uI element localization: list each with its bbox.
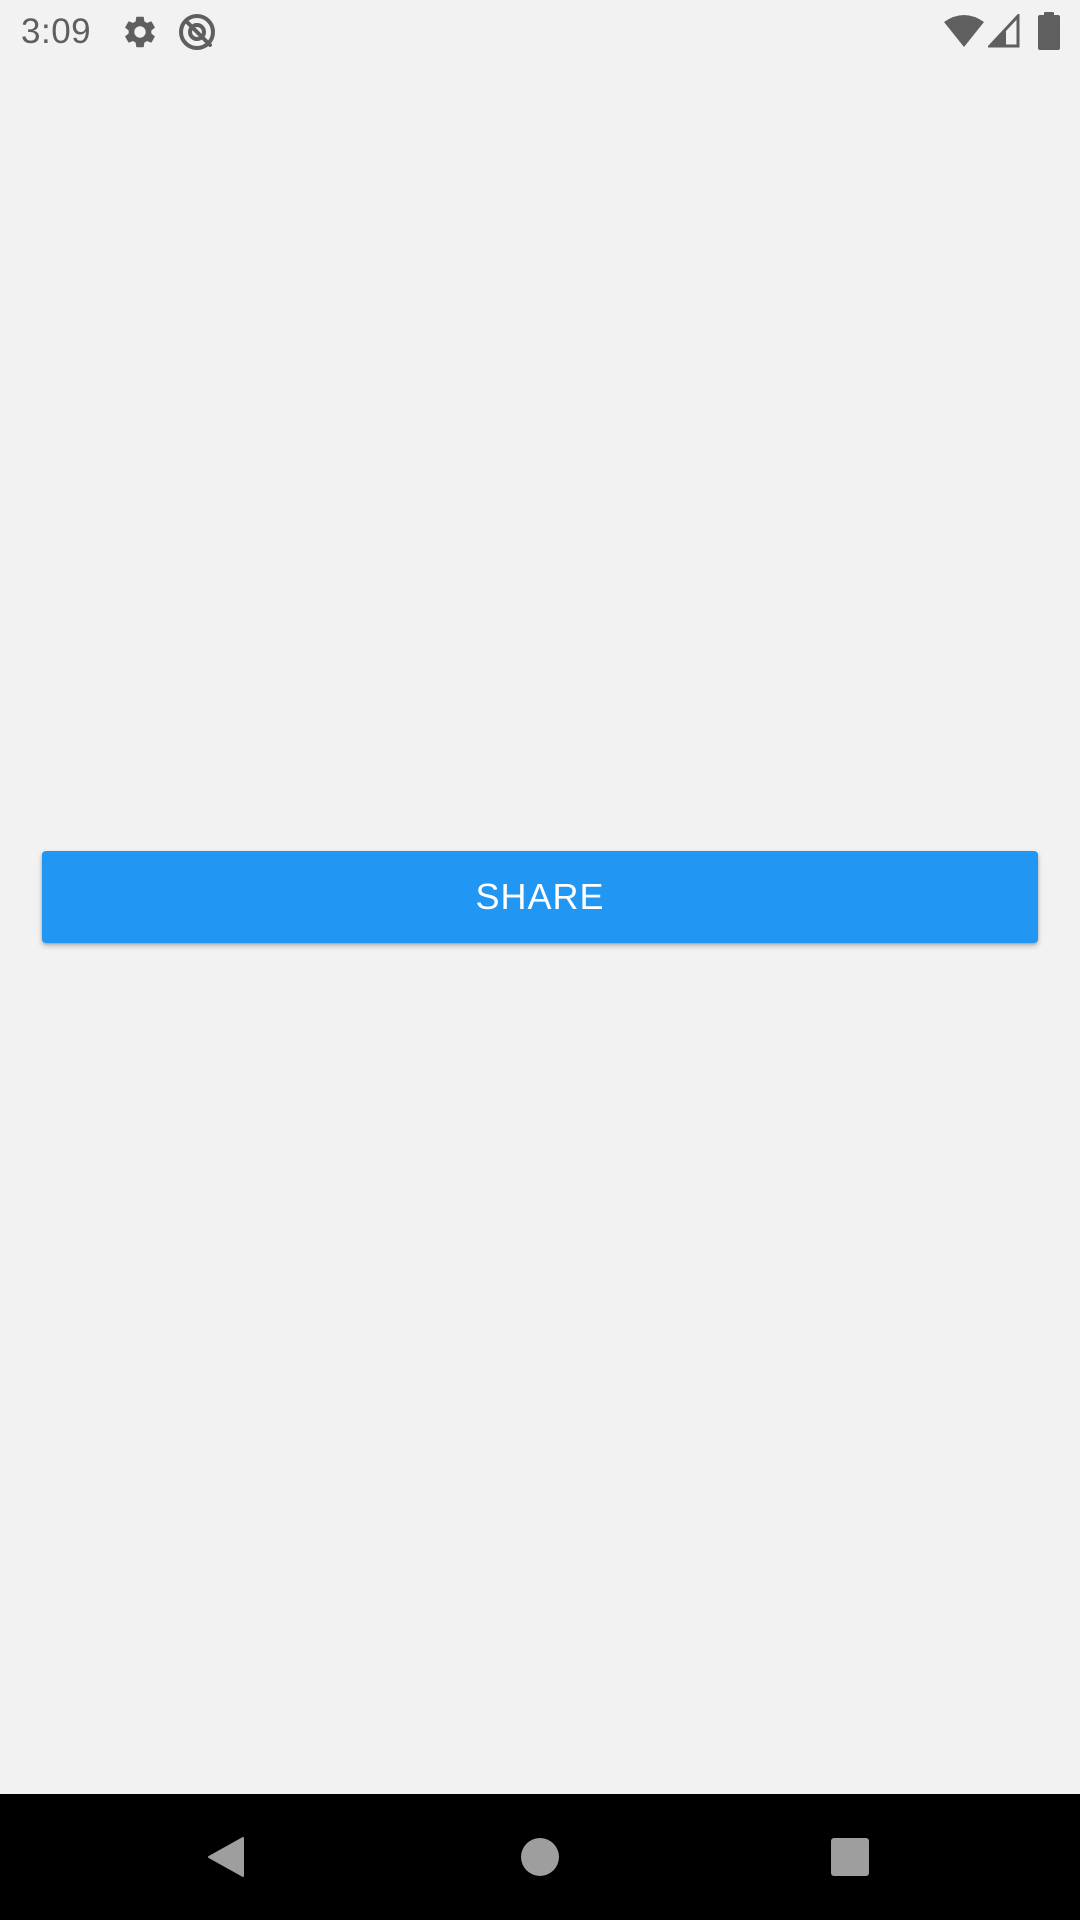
status-time: 3:09: [21, 12, 92, 51]
back-button[interactable]: [166, 1794, 286, 1920]
vpn-icon: [179, 14, 215, 50]
status-bar: 3:09: [0, 0, 1080, 63]
share-button[interactable]: SHARE: [42, 851, 1038, 943]
back-icon: [208, 1837, 244, 1877]
home-button[interactable]: [480, 1794, 600, 1920]
recents-button[interactable]: [790, 1794, 910, 1920]
home-icon: [521, 1838, 559, 1876]
battery-icon: [1038, 12, 1060, 50]
gear-icon: [125, 16, 155, 48]
signal-icon: [988, 14, 1020, 48]
navigation-bar: [0, 1794, 1080, 1920]
main-content: SHARE: [0, 63, 1080, 1794]
recents-icon: [831, 1838, 869, 1876]
wifi-icon: [944, 15, 984, 47]
